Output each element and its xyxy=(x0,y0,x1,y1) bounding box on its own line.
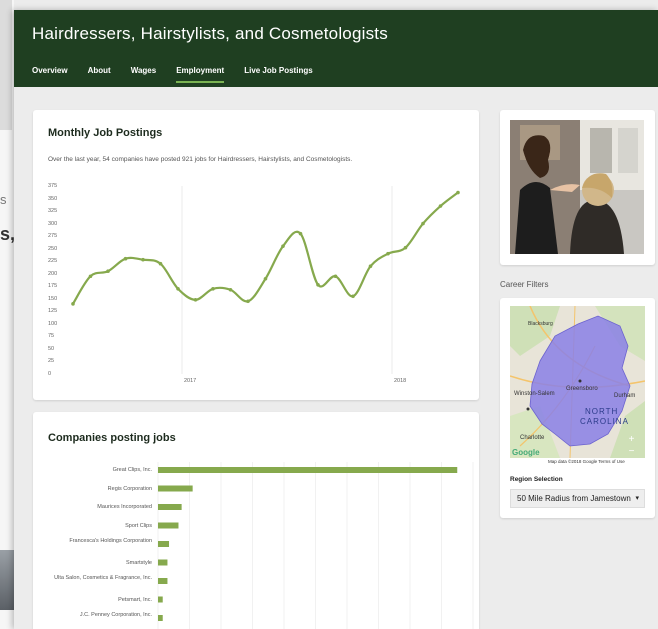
career-filters-label: Career Filters xyxy=(500,280,549,289)
google-logo: Google xyxy=(512,448,540,457)
map-city-blacksburg: Blacksburg xyxy=(528,321,553,327)
y-tick-label: 100 xyxy=(48,320,58,327)
data-point[interactable] xyxy=(176,286,180,291)
bar-category-label: Francesca's Holdings Corporation xyxy=(69,538,152,544)
bar-category-label: Petsmart, Inc. xyxy=(118,596,152,603)
bar-category-label: Sport Clips xyxy=(125,522,152,529)
map-state-label-1: NORTH xyxy=(585,407,619,416)
tab-live-job-postings[interactable]: Live Job Postings xyxy=(244,66,312,83)
job-postings-card: Monthly Job Postings Over the last year,… xyxy=(33,110,479,400)
bar-category-label: Ulta Salon, Cosmetics & Fragrance, Inc. xyxy=(54,575,152,581)
y-tick-label: 150 xyxy=(48,295,58,302)
y-tick-label: 350 xyxy=(48,195,58,202)
hairdresser-photo xyxy=(510,120,644,254)
map-city-charlotte: Charlotte xyxy=(520,435,545,441)
data-point[interactable] xyxy=(123,256,128,261)
main-window: Hairdressers, Hairstylists, and Cosmetol… xyxy=(14,10,658,629)
data-point[interactable] xyxy=(316,282,320,287)
data-point[interactable] xyxy=(228,287,233,292)
background-text-fragment-1: s xyxy=(0,192,7,207)
y-tick-label: 75 xyxy=(48,333,55,340)
data-point[interactable] xyxy=(211,286,215,291)
bar-category-label: Maurices Incorporated xyxy=(97,504,152,510)
bar[interactable] xyxy=(158,559,168,566)
data-point[interactable] xyxy=(368,264,373,269)
tab-wages[interactable]: Wages xyxy=(131,66,157,83)
map-state-label-2: CAROLINA xyxy=(580,417,629,426)
bar[interactable] xyxy=(158,485,193,492)
data-point[interactable] xyxy=(403,245,408,250)
data-point[interactable] xyxy=(456,190,460,195)
x-tick-label: 2018 xyxy=(394,378,407,384)
y-tick-label: 300 xyxy=(48,220,58,227)
map-footer[interactable]: Map data ©2018 Google Terms of Use xyxy=(548,459,625,464)
data-point[interactable] xyxy=(193,298,198,302)
y-tick-label: 25 xyxy=(48,358,55,365)
data-point[interactable] xyxy=(333,274,338,279)
y-tick-label: 250 xyxy=(48,245,58,252)
y-tick-label: 125 xyxy=(48,308,58,315)
bar-category-label: Regis Corporation xyxy=(107,485,152,492)
series-line xyxy=(72,191,459,305)
tab-employment[interactable]: Employment xyxy=(176,66,225,83)
data-point[interactable] xyxy=(88,274,93,279)
y-tick-label: 275 xyxy=(48,233,58,240)
y-tick-label: 0 xyxy=(48,371,52,377)
map-zoom-in-button[interactable]: + xyxy=(626,435,637,446)
tab-about[interactable]: About xyxy=(88,66,111,83)
bar[interactable] xyxy=(158,541,170,547)
map-zoom-out-button[interactable]: − xyxy=(626,447,637,458)
bar[interactable] xyxy=(158,596,163,603)
data-point[interactable] xyxy=(351,294,355,299)
data-point[interactable] xyxy=(263,276,268,281)
data-point[interactable] xyxy=(438,204,443,208)
bar[interactable] xyxy=(158,467,458,473)
region-selection-label: Region Selection xyxy=(510,476,563,483)
companies-card: Companies posting jobs Great Clips, Inc.… xyxy=(33,412,479,629)
bar-category-label: J.C. Penney Corporation, Inc. xyxy=(79,612,152,618)
y-tick-label: 175 xyxy=(48,283,58,290)
map-city-greensboro: Greensboro xyxy=(566,386,598,392)
data-point[interactable] xyxy=(421,221,425,226)
data-point[interactable] xyxy=(386,251,390,256)
x-tick-label: 2017 xyxy=(184,378,197,384)
data-point[interactable] xyxy=(158,261,163,266)
data-point[interactable] xyxy=(281,244,285,248)
y-tick-label: 225 xyxy=(48,258,58,265)
photo-card xyxy=(500,110,655,265)
y-tick-label: 375 xyxy=(48,183,58,189)
region-filter-card: Blacksburg Winston-Salem Greensboro Durh… xyxy=(500,298,655,518)
tab-bar: Overview About Wages Employment Live Job… xyxy=(32,66,333,83)
bar-category-label: Great Clips, Inc. xyxy=(112,467,152,473)
map-city-winston-salem: Winston-Salem xyxy=(514,391,555,397)
bar[interactable] xyxy=(158,522,179,529)
region-select-value: 50 Mile Radius from Jamestown xyxy=(517,494,631,503)
background-text-fragment-2: s, xyxy=(0,224,16,244)
map-city-durham: Durham xyxy=(614,393,636,399)
data-point[interactable] xyxy=(298,231,303,236)
region-select[interactable]: 50 Mile Radius from Jamestown ▾ xyxy=(510,489,645,508)
bar[interactable] xyxy=(158,578,168,584)
data-point[interactable] xyxy=(141,257,145,262)
chevron-down-icon: ▾ xyxy=(635,495,639,502)
page-title: Hairdressers, Hairstylists, and Cosmetol… xyxy=(32,24,388,43)
data-point[interactable] xyxy=(106,269,110,274)
page-header: Hairdressers, Hairstylists, and Cosmetol… xyxy=(14,10,658,87)
job-postings-line-chart xyxy=(71,186,460,374)
tab-overview[interactable]: Overview xyxy=(32,66,68,83)
data-point[interactable] xyxy=(71,302,75,306)
y-tick-label: 325 xyxy=(48,208,58,215)
bar[interactable] xyxy=(158,615,163,621)
bar[interactable] xyxy=(158,504,182,510)
background-bottom-panel xyxy=(0,550,14,610)
background-topbar xyxy=(0,0,12,130)
data-point[interactable] xyxy=(246,299,250,304)
y-tick-label: 50 xyxy=(48,345,55,352)
y-tick-label: 200 xyxy=(48,270,58,277)
bar-category-label: Smartstyle xyxy=(126,559,152,566)
